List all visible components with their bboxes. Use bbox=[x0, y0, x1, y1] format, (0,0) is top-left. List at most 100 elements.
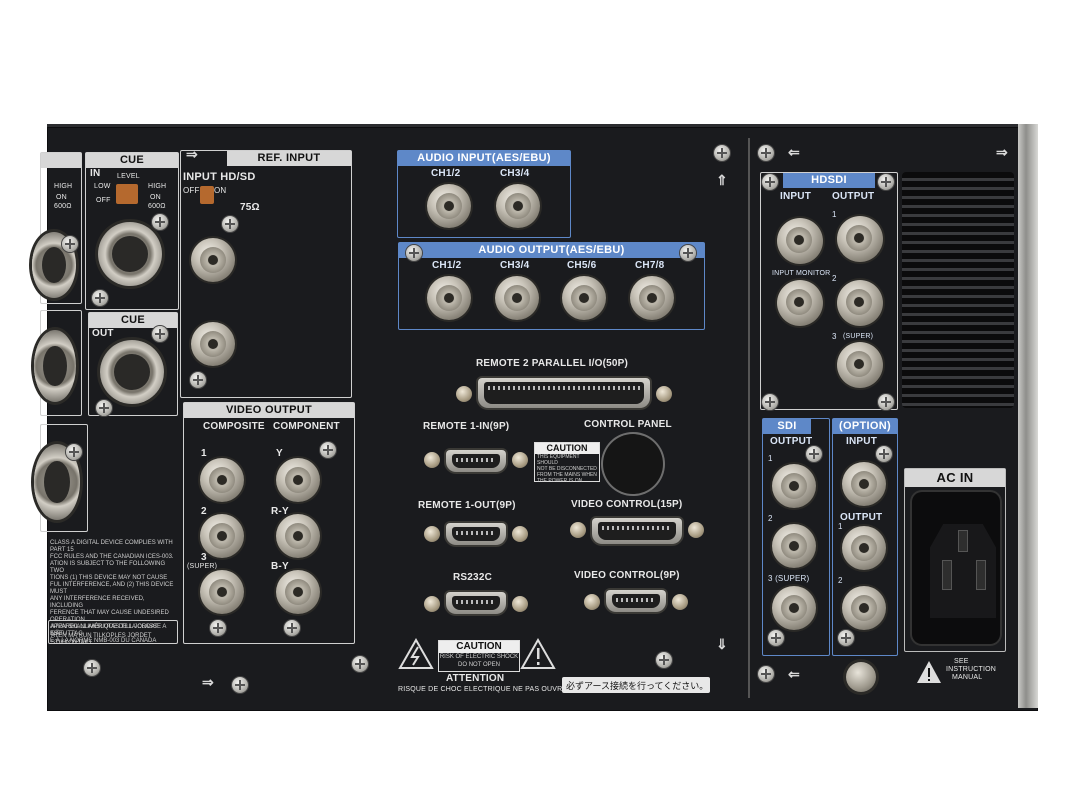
remote1-out-connector[interactable] bbox=[446, 523, 506, 545]
ground-terminal-knob[interactable] bbox=[846, 662, 876, 692]
remote2-parallel-connector[interactable] bbox=[478, 378, 650, 408]
connector-post bbox=[656, 386, 672, 402]
screw bbox=[758, 666, 774, 682]
composite-bnc-3[interactable] bbox=[200, 570, 244, 614]
cue-in-label: IN bbox=[90, 168, 101, 179]
component-by-label: B-Y bbox=[271, 561, 289, 572]
video-control-9p-label: VIDEO CONTROL(9P) bbox=[574, 570, 680, 581]
component-ry-bnc[interactable] bbox=[276, 514, 320, 558]
composite-3-label: 3 bbox=[201, 552, 207, 563]
arrow-right-icon: ⇒ bbox=[996, 144, 1008, 160]
exclamation-warning-icon bbox=[520, 638, 556, 669]
connector-post bbox=[512, 596, 528, 612]
hdsdi-out-2-label: 2 bbox=[832, 274, 837, 283]
composite-1-label: 1 bbox=[201, 448, 207, 459]
cue-out-xlr-connector[interactable] bbox=[100, 340, 164, 404]
rs232c-label: RS232C bbox=[453, 572, 492, 583]
audio-out-ch12-bnc[interactable] bbox=[427, 276, 471, 320]
remote2-label: REMOTE 2 PARALLEL I/O(50P) bbox=[476, 358, 629, 369]
cue-in-xlr-connector[interactable] bbox=[98, 222, 162, 286]
component-by-bnc[interactable] bbox=[276, 570, 320, 614]
cue-ohm-label: 600Ω bbox=[148, 203, 166, 210]
video-control-15p-connector[interactable] bbox=[592, 518, 682, 544]
audio-out-ch34-bnc[interactable] bbox=[495, 276, 539, 320]
hdsdi-super-label: (SUPER) bbox=[843, 333, 874, 340]
ref-on-label: ON bbox=[214, 186, 227, 195]
cue-off-label: OFF bbox=[96, 197, 111, 204]
connector-post bbox=[584, 594, 600, 610]
rs232c-connector[interactable] bbox=[446, 592, 506, 614]
sdi-output-1-bnc[interactable] bbox=[772, 464, 816, 508]
screw bbox=[762, 394, 778, 410]
remote1-out-label: REMOTE 1-OUT(9P) bbox=[418, 500, 516, 511]
screw bbox=[62, 236, 78, 252]
composite-bnc-2[interactable] bbox=[200, 514, 244, 558]
cue-out-label: OUT bbox=[92, 328, 114, 339]
audio-input-section: AUDIO INPUT(AES/EBU) bbox=[397, 150, 571, 238]
ref-input-bnc-1[interactable] bbox=[191, 238, 235, 282]
xlr-output-connector[interactable] bbox=[34, 330, 76, 402]
option-output-1-bnc[interactable] bbox=[842, 526, 886, 570]
composite-label: COMPOSITE bbox=[203, 421, 265, 432]
screw bbox=[352, 656, 368, 672]
cue-level-switch[interactable] bbox=[116, 184, 138, 204]
hdsdi-out-3-label: 3 bbox=[832, 332, 837, 341]
option-input-bnc[interactable] bbox=[842, 462, 886, 506]
hdsdi-output-1-bnc[interactable] bbox=[837, 216, 883, 262]
sdi-output-2-bnc[interactable] bbox=[772, 524, 816, 568]
screw bbox=[96, 400, 112, 416]
sdi-output-3-bnc[interactable] bbox=[772, 586, 816, 630]
composite-bnc-1[interactable] bbox=[200, 458, 244, 502]
hdsdi-input-monitor-bnc[interactable] bbox=[777, 280, 823, 326]
option-output-2-bnc[interactable] bbox=[842, 586, 886, 630]
audio-out-ch78-bnc[interactable] bbox=[630, 276, 674, 320]
control-panel-connector[interactable] bbox=[603, 434, 663, 494]
video-output-header: VIDEO OUTPUT bbox=[184, 403, 354, 418]
audio-out-ch56-bnc[interactable] bbox=[562, 276, 606, 320]
screw bbox=[222, 216, 238, 232]
component-label: COMPONENT bbox=[273, 421, 340, 432]
screw bbox=[876, 446, 892, 462]
electric-shock-warning-icon bbox=[398, 638, 434, 669]
caution-disconnect-label: CAUTION THIS EQUIPMENT SHOULD NOT BE DIS… bbox=[534, 442, 600, 484]
audio-output-header: AUDIO OUTPUT(AES/EBU) bbox=[399, 243, 704, 258]
ac-ground-pin bbox=[958, 530, 968, 552]
hdsdi-output-2-bnc[interactable] bbox=[837, 280, 883, 326]
connector-post bbox=[456, 386, 472, 402]
screw bbox=[838, 630, 854, 646]
ref-input-header: REF. INPUT bbox=[227, 151, 351, 166]
hdsdi-input-bnc[interactable] bbox=[777, 218, 823, 264]
option-input-label: INPUT bbox=[846, 436, 877, 447]
ac-in-header: AC IN bbox=[905, 469, 1005, 487]
connector-post bbox=[424, 596, 440, 612]
control-panel-label: CONTROL PANEL bbox=[584, 419, 672, 430]
component-y-bnc[interactable] bbox=[276, 458, 320, 502]
ref-termination-switch[interactable] bbox=[200, 186, 214, 204]
cue-high-label: HIGH bbox=[148, 183, 167, 190]
ref-off-label: OFF bbox=[183, 186, 200, 195]
sdi-out-1-label: 1 bbox=[768, 454, 773, 463]
screw bbox=[152, 326, 168, 342]
cue-on-label: ON bbox=[150, 194, 161, 201]
sdi-output-label: OUTPUT bbox=[770, 436, 813, 447]
option-output-label: OUTPUT bbox=[840, 512, 883, 523]
remote1-in-connector[interactable] bbox=[446, 450, 506, 472]
audio-in-ch34-bnc[interactable] bbox=[496, 184, 540, 228]
video-control-9p-connector[interactable] bbox=[606, 590, 666, 612]
ref-input-bnc-2[interactable] bbox=[191, 322, 235, 366]
hdsdi-input-label: INPUT bbox=[780, 191, 811, 202]
audio-out-ch34-label: CH3/4 bbox=[500, 260, 530, 271]
hdsdi-input-monitor-label: INPUT MONITOR bbox=[772, 270, 831, 277]
hdsdi-output-3-bnc[interactable] bbox=[837, 342, 883, 388]
screw bbox=[714, 145, 730, 161]
audio-in-ch12-bnc[interactable] bbox=[427, 184, 471, 228]
sdi-header: SDI bbox=[763, 419, 811, 434]
audio-out-ch12-label: CH1/2 bbox=[432, 260, 462, 271]
connector-post bbox=[424, 526, 440, 542]
ac-pin bbox=[942, 560, 952, 590]
screw bbox=[66, 444, 82, 460]
screw bbox=[656, 652, 672, 668]
nordic-ground-warning: ATEN SKALL ANSLUTAS TILL JORDAT NÄTUTTAG… bbox=[48, 620, 178, 646]
cue-low-label: LOW bbox=[94, 183, 111, 190]
component-ry-label: R-Y bbox=[271, 506, 289, 517]
